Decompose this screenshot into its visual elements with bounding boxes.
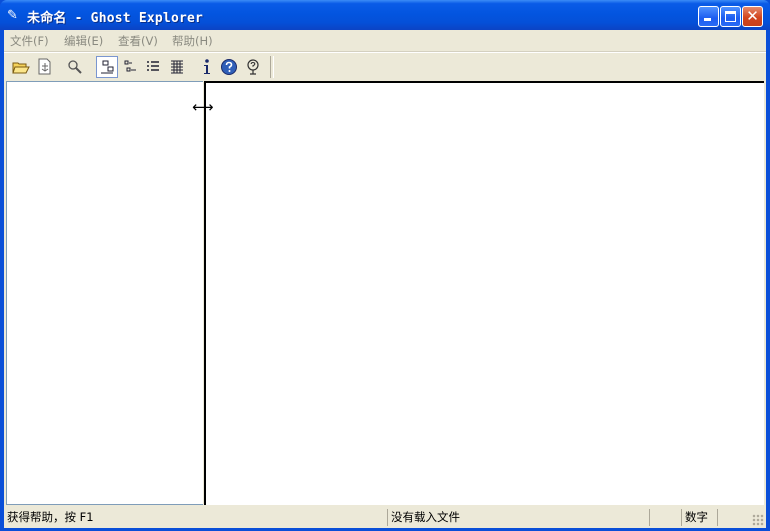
resize-grip-icon[interactable] — [752, 514, 764, 526]
app-icon[interactable]: ✎ — [7, 8, 22, 23]
details-view-icon — [171, 60, 183, 74]
extract-icon — [38, 58, 51, 75]
extract-button[interactable] — [34, 56, 56, 78]
menu-file[interactable]: 文件(F) — [10, 33, 49, 49]
menu-view[interactable]: 查看(V) — [118, 33, 158, 49]
list-view-button[interactable] — [142, 56, 164, 78]
menu-help[interactable]: 帮助(H) — [172, 33, 213, 49]
large-icons-view-button[interactable] — [96, 56, 118, 78]
tree-pane[interactable] — [6, 81, 204, 505]
menu-edit[interactable]: 编辑(E) — [64, 33, 103, 49]
small-icons-view-icon — [124, 60, 136, 72]
minimize-button[interactable] — [698, 6, 719, 27]
whats-this-button[interactable] — [242, 56, 264, 78]
info-icon — [204, 59, 210, 74]
help-button[interactable] — [218, 56, 240, 78]
maximize-button[interactable] — [720, 6, 741, 27]
toolbar — [4, 53, 766, 81]
status-spacer-2 — [717, 509, 747, 526]
app-window: ✎ 未命名 - Ghost Explorer ✕ 文件(F) 编辑(E) 查看(… — [0, 0, 770, 531]
small-icons-view-button[interactable] — [120, 56, 142, 78]
minimize-icon — [704, 18, 711, 21]
close-icon: ✕ — [746, 7, 759, 25]
resize-cursor-icon: ⟷ — [192, 98, 214, 116]
toolbar-separator — [270, 56, 274, 78]
large-icons-view-icon — [101, 60, 114, 74]
title-bar[interactable]: ✎ 未命名 - Ghost Explorer ✕ — [0, 0, 770, 30]
find-button[interactable] — [64, 56, 86, 78]
status-num-lock: 数字 — [681, 509, 717, 526]
file-list-pane[interactable] — [206, 81, 764, 505]
find-icon — [68, 60, 82, 74]
status-spacer — [649, 509, 681, 526]
details-view-button[interactable] — [166, 56, 188, 78]
maximize-icon — [725, 11, 736, 22]
window-body: 文件(F) 编辑(E) 查看(V) 帮助(H) ⟷ 获得帮助，按 F1 没有载入… — [4, 30, 766, 528]
close-button[interactable]: ✕ — [742, 6, 763, 27]
help-icon — [221, 59, 237, 75]
info-button[interactable] — [196, 56, 218, 78]
explorer-panes: ⟷ — [6, 81, 764, 505]
menu-bar: 文件(F) 编辑(E) 查看(V) 帮助(H) — [4, 30, 766, 50]
window-title: 未命名 - Ghost Explorer — [27, 11, 204, 26]
whats-this-icon — [247, 59, 259, 75]
status-bar: 获得帮助，按 F1 没有载入文件 数字 — [4, 508, 766, 528]
open-button[interactable] — [10, 56, 32, 78]
open-folder-icon — [12, 62, 30, 74]
status-file-text: 没有载入文件 — [387, 509, 649, 526]
status-help-text: 获得帮助，按 F1 — [7, 510, 94, 524]
list-view-icon — [147, 61, 159, 71]
